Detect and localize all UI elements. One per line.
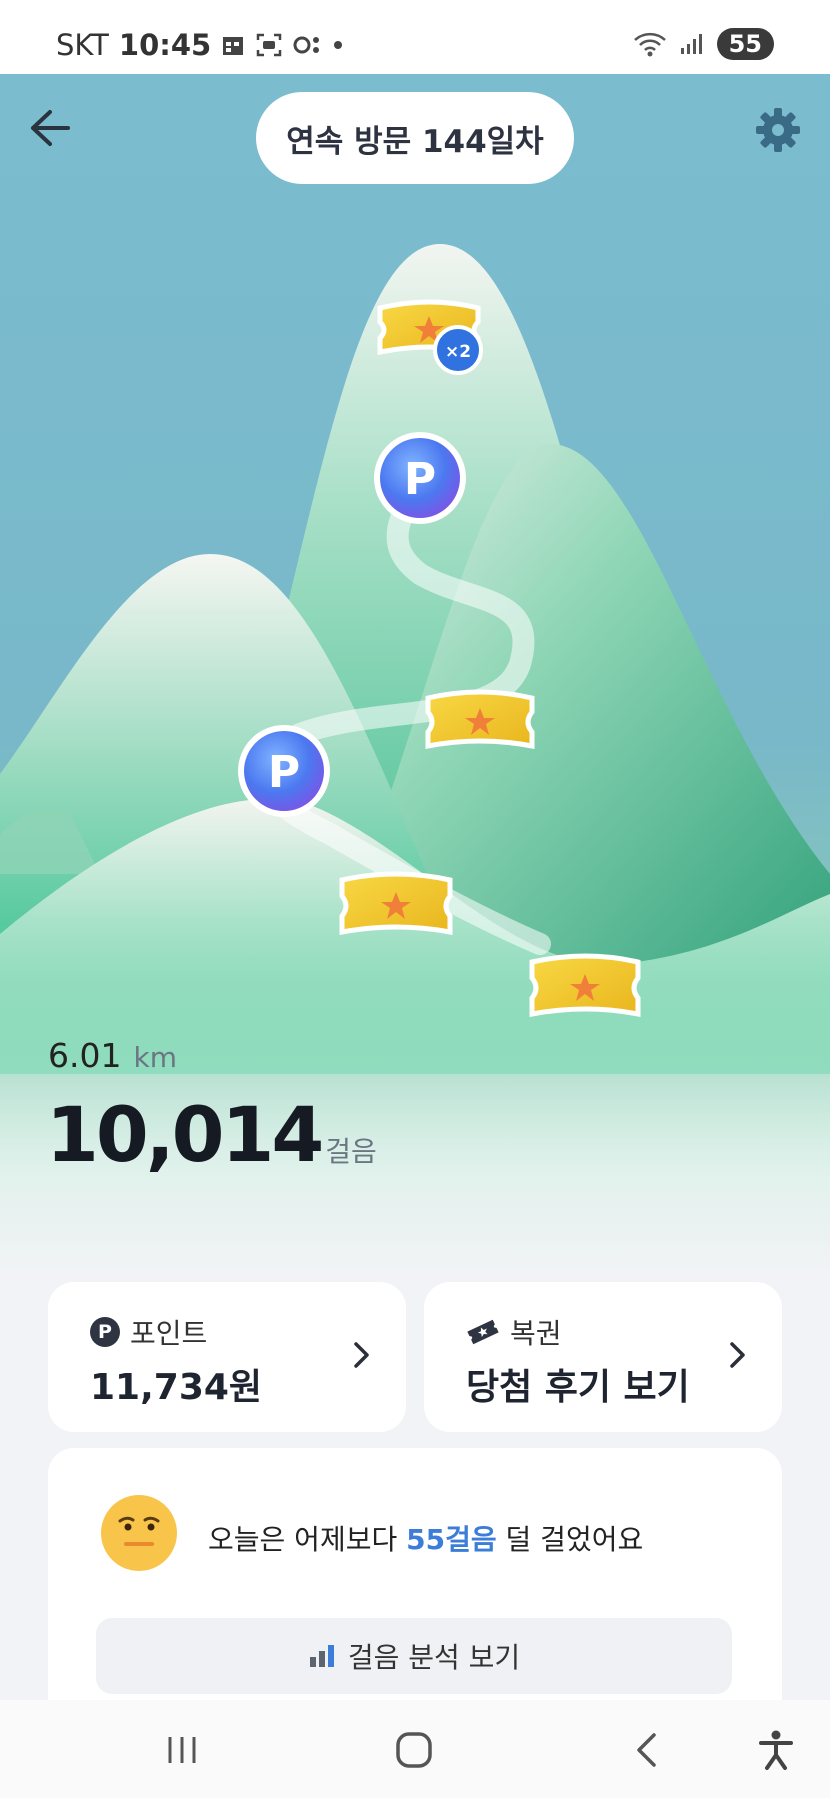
points-balance: 11,734원 (90, 1367, 263, 1408)
multiplier-badge-text: ×2 (445, 342, 471, 362)
step-analysis-label: 걸음 분석 보기 (347, 1641, 521, 1674)
comparison-suffix: 덜 걸었어요 (496, 1523, 644, 1556)
step-analysis-button[interactable]: 걸음 분석 보기 (96, 1618, 732, 1694)
step-count-value: 10,014 (46, 1090, 324, 1179)
point-icon: P (90, 1317, 120, 1347)
lottery-ticket-marker[interactable] (339, 871, 453, 936)
step-count: 10,014 걸음 (46, 1090, 377, 1179)
lottery-reviews-link: 당첨 후기 보기 (466, 1367, 690, 1408)
home-icon (396, 1732, 432, 1768)
recent-apps-icon (168, 1737, 196, 1763)
visit-streak-badge: 연속 방문 144일차 (256, 92, 574, 184)
clock: 10:45 (118, 28, 212, 62)
chevron-left-icon (637, 1733, 656, 1767)
mountain-hero: ×2 P P 연속 방문 144일차 6.01 km 10,014 걸음 (0, 74, 830, 1280)
more-notifications-dot-icon (334, 41, 343, 49)
system-nav-bar (0, 1700, 830, 1798)
recent-apps-button[interactable] (152, 1722, 212, 1778)
point-marker-label: P (404, 454, 436, 505)
distance-value: 6.01 (48, 1036, 122, 1075)
carrier-label: SKT (56, 28, 109, 62)
signal-icon (680, 34, 702, 54)
lottery-card[interactable]: 복권 당첨 후기 보기 (424, 1282, 782, 1432)
step-comparison-text: 오늘은 어제보다 55걸음 덜 걸었어요 (208, 1518, 643, 1558)
chevron-right-icon (730, 1342, 745, 1368)
step-count-unit: 걸음 (325, 1135, 377, 1168)
back-button[interactable] (22, 100, 78, 156)
wifi-icon (633, 32, 666, 57)
lottery-ticket-marker[interactable] (425, 689, 535, 750)
gear-icon (756, 108, 800, 152)
screenshot-icon (256, 33, 282, 57)
nav-back-button[interactable] (616, 1722, 676, 1778)
chevron-right-icon (354, 1342, 369, 1368)
battery-level: 55 (716, 28, 774, 60)
ticket-icon (467, 1319, 499, 1345)
calendar-icon (223, 37, 244, 55)
distance-readout: 6.01 km (48, 1036, 177, 1075)
distance-unit: km (133, 1041, 177, 1074)
accessibility-button[interactable] (746, 1722, 806, 1778)
point-marker[interactable]: P (238, 725, 330, 817)
status-bar: SKT 10:45 55 (0, 0, 830, 74)
point-marker-label: P (268, 747, 300, 798)
comparison-prefix: 오늘은 어제보다 (208, 1523, 407, 1556)
unamused-face-icon (101, 1495, 177, 1571)
points-title: 포인트 (130, 1317, 208, 1350)
lottery-ticket-marker[interactable] (529, 953, 641, 1018)
multiplier-badge: ×2 (433, 325, 483, 375)
home-button[interactable] (384, 1722, 444, 1778)
settings-button[interactable] (748, 100, 808, 160)
points-card[interactable]: P 포인트 11,734원 (48, 1282, 406, 1432)
notification-dots-icon (293, 36, 320, 54)
comparison-highlight: 55걸음 (406, 1523, 497, 1556)
arrow-left-icon (31, 110, 70, 146)
accessibility-icon (759, 1730, 793, 1770)
point-marker[interactable]: P (374, 432, 466, 524)
lottery-title: 복권 (510, 1317, 562, 1350)
bar-chart-icon (309, 1645, 334, 1667)
